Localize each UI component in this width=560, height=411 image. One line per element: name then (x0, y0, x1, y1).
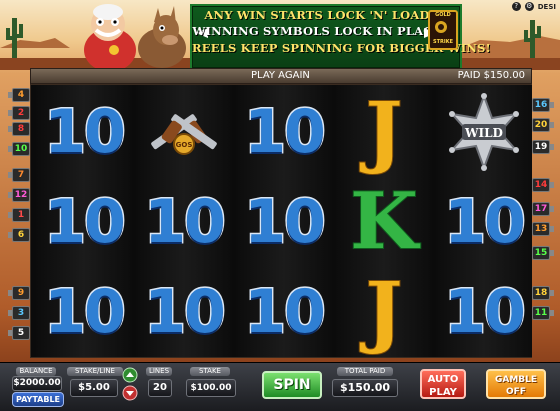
reel-2: GOS 10 10 (136, 85, 232, 357)
gamble-label-2: OFF (506, 387, 526, 397)
reel-5-row-2: 10 (436, 177, 532, 267)
stake-decrease-icon[interactable] (122, 385, 138, 401)
payline-marker[interactable]: 16 (532, 98, 554, 112)
reel-3-row-2: 10 (236, 177, 332, 267)
paytable-button[interactable]: PAYTABLE (12, 392, 64, 407)
payline-marker[interactable]: 1 (8, 208, 30, 222)
payline-marker[interactable]: 19 (532, 140, 554, 154)
symbol-ten: 10 (143, 187, 227, 257)
payline-marker[interactable]: 4 (8, 88, 30, 102)
gamble-button[interactable]: GAMBLE OFF (486, 369, 546, 399)
status-bar: PLAY AGAIN PAID $150.00 (30, 68, 532, 84)
wild-label: WILD (464, 126, 503, 140)
payline-marker[interactable]: 13 (532, 222, 554, 236)
window-controls: ? ⚙ DESI (511, 2, 556, 11)
symbol-ten: 10 (243, 187, 327, 257)
autoplay-label-1: AUTO (427, 374, 459, 385)
wild-sheriff-star-icon: WILD (449, 93, 519, 171)
symbol-ten: 10 (43, 187, 127, 257)
balance-label: BALANCE (16, 367, 56, 376)
gold-strike-emblem-icon (435, 21, 447, 33)
sheriff-and-donkey-illustration (84, 4, 186, 72)
symbol-ten: 10 (143, 277, 227, 347)
payline-marker[interactable]: 8 (8, 122, 30, 136)
reel-5-row-3: 10 (436, 267, 532, 357)
payline-marker[interactable]: 20 (532, 118, 554, 132)
status-paid: PAID $150.00 (457, 70, 525, 81)
stake-value: $100.00 (186, 379, 236, 397)
reel-3-row-1: 10 (236, 87, 332, 177)
gamble-label-1: GAMBLE (494, 375, 538, 385)
reel-2-row-3: 10 (136, 267, 232, 357)
reel-area: 10 10 10 GOS 10 10 10 10 10 J K J WILD 10 10 (30, 84, 532, 358)
payline-marker[interactable]: 15 (532, 246, 554, 260)
lines-label: LINES (146, 367, 172, 376)
autoplay-label-2: PLAY (429, 387, 457, 398)
reel-2-row-2: 10 (136, 177, 232, 267)
settings-label: DESI (537, 2, 556, 11)
banner-line-2: WINNING SYMBOLS LOCK IN PLACE (192, 24, 442, 38)
lines-value: 20 (148, 379, 172, 397)
reel-3: 10 10 10 (236, 85, 332, 357)
reel-4-row-3: J (336, 267, 432, 357)
payline-marker[interactable]: 5 (8, 326, 30, 340)
reel-5: WILD 10 10 (436, 85, 532, 357)
status-message: PLAY AGAIN (251, 70, 310, 81)
settings-icon[interactable]: ⚙ (524, 2, 534, 11)
symbol-ten: 10 (443, 187, 527, 257)
banner-line-1: ANY WIN STARTS LOCK 'N' LOAD (204, 8, 430, 22)
payline-marker[interactable]: 12 (8, 188, 30, 202)
payline-marker[interactable]: 14 (532, 178, 554, 192)
reel-1-row-1: 10 (36, 87, 132, 177)
logo-bottom: STRIKE (432, 39, 453, 45)
payline-marker[interactable]: 11 (532, 306, 554, 320)
reel-3-row-3: 10 (236, 267, 332, 357)
help-icon[interactable]: ? (511, 2, 521, 11)
payline-marker[interactable]: 3 (8, 306, 30, 320)
payline-marker[interactable]: 6 (8, 228, 30, 242)
symbol-ten: 10 (43, 97, 127, 167)
symbol-jack: J (365, 266, 404, 357)
symbol-ten: 10 (43, 277, 127, 347)
payline-marker[interactable]: 18 (532, 286, 554, 300)
symbol-ten: 10 (243, 97, 327, 167)
spin-button[interactable]: SPIN (262, 371, 322, 399)
total-paid-value: $150.00 (332, 379, 398, 397)
reel-4-row-2: K (336, 177, 432, 267)
pistol-badge-label: GOS (176, 141, 193, 149)
control-panel: BALANCE $2000.00 PAYTABLE STAKE/LINE $5.… (0, 362, 560, 411)
reel-1-row-3: 10 (36, 267, 132, 357)
banner-line-3: REELS KEEP SPINNING FOR BIGGER WINS! (192, 41, 491, 55)
reel-4-row-1: J (336, 87, 432, 177)
total-paid-label: TOTAL PAID (337, 367, 393, 376)
payline-marker[interactable]: 17 (532, 202, 554, 216)
reel-1: 10 10 10 (36, 85, 132, 357)
stake-increase-icon[interactable] (122, 367, 138, 383)
symbol-jack: J (365, 86, 404, 177)
payline-marker[interactable]: 10 (8, 142, 30, 156)
autoplay-button[interactable]: AUTO PLAY (420, 369, 466, 399)
reel-1-row-2: 10 (36, 177, 132, 267)
symbol-ten: 10 (243, 277, 327, 347)
reel-4: JKJ (336, 85, 432, 357)
logo-top: GOLD (435, 12, 451, 18)
reel-5-row-1: WILD (436, 87, 532, 177)
stake-per-line-value: $5.00 (70, 379, 118, 397)
payline-marker[interactable]: 9 (8, 286, 30, 300)
cactus-left (6, 18, 23, 58)
stake-stepper (122, 367, 138, 401)
symbol-king: K (349, 176, 419, 267)
payline-marker[interactable]: 7 (8, 168, 30, 182)
gold-strike-logo: GOLD STRIKE (428, 10, 458, 50)
lock-n-load-banner: ANY WIN STARTS LOCK 'N' LOAD WINNING SYM… (190, 4, 491, 70)
stake-per-line-label: STAKE/LINE (67, 367, 123, 376)
reel-2-row-1: GOS (136, 87, 232, 177)
payline-marker[interactable]: 2 (8, 106, 30, 120)
crossed-pistols-icon: GOS (151, 114, 217, 155)
symbol-ten: 10 (443, 277, 527, 347)
balance-value: $2000.00 (12, 376, 62, 391)
stake-label: STAKE (190, 367, 230, 376)
